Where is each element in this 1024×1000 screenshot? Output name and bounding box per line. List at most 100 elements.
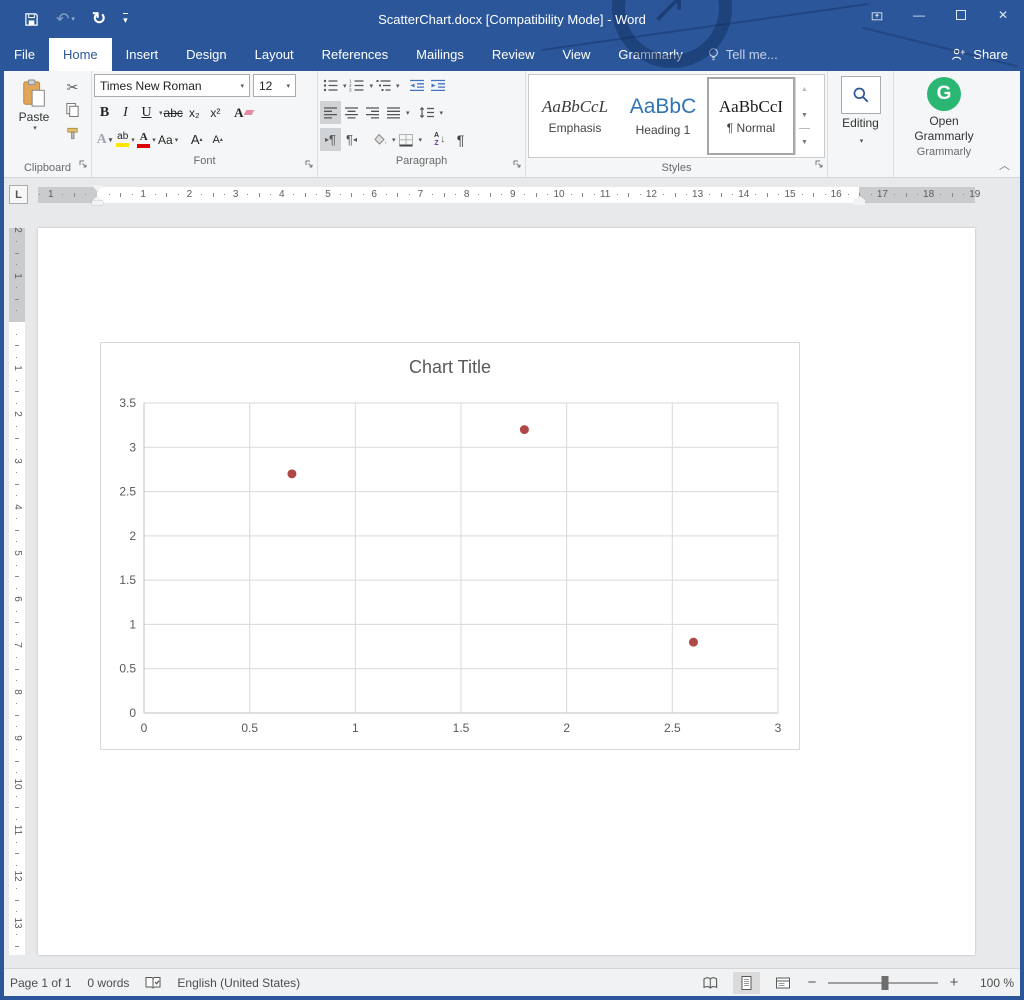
save-icon[interactable] (24, 12, 39, 27)
underline-button[interactable]: U (136, 101, 157, 124)
page-indicator[interactable]: Page 1 of 1 (10, 976, 71, 990)
bullets-icon[interactable] (320, 74, 341, 97)
ribbon-display-options-icon[interactable] (856, 0, 898, 30)
style-name: Heading 1 (636, 123, 691, 137)
right-to-left-paragraph-icon[interactable]: ¶◂ (341, 128, 362, 151)
subscript-button[interactable]: x₂ (184, 101, 205, 124)
show-paragraph-marks-icon[interactable]: ¶ (450, 128, 471, 151)
styles-group-label: Styles (528, 160, 825, 177)
read-mode-icon[interactable] (697, 972, 724, 994)
style-preview: AaBbCcL (542, 97, 608, 117)
language-indicator[interactable]: English (United States) (177, 976, 300, 990)
window-border-left (0, 71, 4, 1000)
clear-formatting-button[interactable]: A (233, 101, 254, 124)
numbering-icon[interactable]: 123 (347, 74, 368, 97)
chevron-down-icon: ▾ (240, 82, 244, 90)
grow-font-button[interactable]: A▴ (186, 128, 207, 151)
svg-text:0: 0 (129, 706, 136, 720)
document-area: 2112345678910111213 Chart Title 00.511.5… (4, 212, 1020, 968)
align-center-icon[interactable] (341, 101, 362, 124)
zoom-out-icon[interactable]: − (805, 974, 819, 991)
close-icon[interactable]: ✕ (982, 0, 1024, 30)
increase-indent-icon[interactable] (428, 74, 449, 97)
strikethrough-button[interactable]: abc (163, 101, 184, 124)
tab-mailings[interactable]: Mailings (402, 38, 478, 71)
decrease-indent-icon[interactable] (407, 74, 428, 97)
style-normal[interactable]: AaBbCcI ¶ Normal (707, 77, 795, 155)
status-bar: Page 1 of 1 0 words English (United Stat… (0, 968, 1024, 996)
borders-icon[interactable] (396, 128, 417, 151)
tab-stop-selector[interactable]: L (9, 185, 28, 204)
style-name: Emphasis (549, 121, 602, 135)
zoom-level[interactable]: 100 % (970, 976, 1014, 990)
paragraph-dialog-launcher-icon[interactable] (512, 156, 522, 174)
justify-icon[interactable] (383, 101, 404, 124)
style-emphasis[interactable]: AaBbCcL Emphasis (531, 77, 619, 155)
highlight-color-button[interactable]: ab ▾ (115, 128, 136, 151)
grammarly-group: G Open Grammarly Grammarly (894, 71, 994, 177)
styles-scroll-down-icon[interactable]: ▼ (796, 103, 813, 129)
font-dialog-launcher-icon[interactable] (304, 156, 314, 174)
styles-gallery-scroll: ▲ ▼ ▼ (795, 77, 813, 155)
eraser-icon (243, 110, 254, 115)
share-button[interactable]: Share (935, 38, 1024, 71)
web-layout-icon[interactable] (769, 972, 796, 994)
font-family-combobox[interactable]: Times New Roman ▾ (94, 74, 250, 97)
tab-references[interactable]: References (308, 38, 402, 71)
styles-scroll-up-icon[interactable]: ▲ (796, 77, 813, 103)
editing-caret-icon[interactable]: ▾ (860, 138, 864, 145)
zoom-slider[interactable] (828, 982, 938, 984)
format-painter-icon[interactable] (62, 123, 83, 143)
svg-text:1.5: 1.5 (453, 721, 470, 735)
document-page[interactable]: Chart Title 00.511.522.5300.511.522.533.… (38, 228, 975, 955)
proofing-status-icon[interactable] (145, 976, 161, 989)
align-left-icon[interactable] (320, 101, 341, 124)
open-grammarly-button[interactable]: G Open Grammarly (914, 73, 973, 144)
chevron-down-icon: ▾ (286, 82, 290, 90)
scatter-chart-object[interactable]: Chart Title 00.511.522.5300.511.522.533.… (100, 342, 800, 750)
left-to-right-paragraph-icon[interactable]: ▸¶ (320, 128, 341, 151)
left-indent-marker[interactable] (92, 201, 103, 205)
font-size-combobox[interactable]: 12 ▾ (253, 74, 296, 97)
undo-icon[interactable]: ↶▾ (56, 9, 75, 29)
maximize-icon[interactable] (940, 0, 982, 30)
zoom-slider-handle[interactable] (882, 976, 889, 990)
tab-home[interactable]: Home (49, 38, 112, 71)
svg-text:0: 0 (141, 721, 148, 735)
bold-button[interactable]: B (94, 101, 115, 124)
customize-quick-access-toolbar-icon[interactable]: ▾ (123, 13, 128, 26)
editing-button[interactable] (841, 76, 881, 114)
tab-layout[interactable]: Layout (241, 38, 308, 71)
font-color-button[interactable]: A ▾ (136, 128, 157, 151)
superscript-button[interactable]: x² (205, 101, 226, 124)
align-right-icon[interactable] (362, 101, 383, 124)
change-case-button[interactable]: Aa▾ (157, 128, 179, 151)
tab-review[interactable]: Review (478, 38, 549, 71)
redo-icon[interactable]: ↻ (92, 9, 106, 29)
zoom-in-icon[interactable]: + (947, 974, 961, 991)
sort-icon[interactable]: AZ ↓ (429, 128, 450, 151)
shading-icon[interactable] (369, 128, 390, 151)
paste-button[interactable]: Paste ▾ (6, 73, 62, 160)
clipboard-dialog-launcher-icon[interactable] (78, 156, 88, 174)
print-layout-icon[interactable] (733, 972, 760, 994)
collapse-ribbon-icon[interactable]: ︿ (999, 157, 1010, 173)
svg-text:3: 3 (129, 440, 136, 454)
italic-button[interactable]: I (115, 101, 136, 124)
text-effects-button[interactable]: A▾ (94, 128, 115, 151)
multilevel-list-icon[interactable] (373, 74, 394, 97)
styles-more-icon[interactable]: ▼ (799, 128, 810, 155)
tab-insert[interactable]: Insert (112, 38, 173, 71)
word-count[interactable]: 0 words (87, 976, 129, 990)
tab-design[interactable]: Design (172, 38, 240, 71)
line-spacing-icon[interactable] (417, 101, 438, 124)
svg-text:3: 3 (349, 88, 352, 92)
search-icon (852, 86, 870, 104)
copy-icon[interactable] (62, 100, 83, 120)
cut-icon[interactable]: ✂ (62, 77, 83, 97)
shrink-font-button[interactable]: A▴ (207, 128, 228, 151)
tab-file[interactable]: File (0, 38, 49, 71)
minimize-icon[interactable]: — (898, 0, 940, 30)
styles-dialog-launcher-icon[interactable] (814, 156, 824, 174)
style-heading-1[interactable]: AaBbC Heading 1 (619, 77, 707, 155)
